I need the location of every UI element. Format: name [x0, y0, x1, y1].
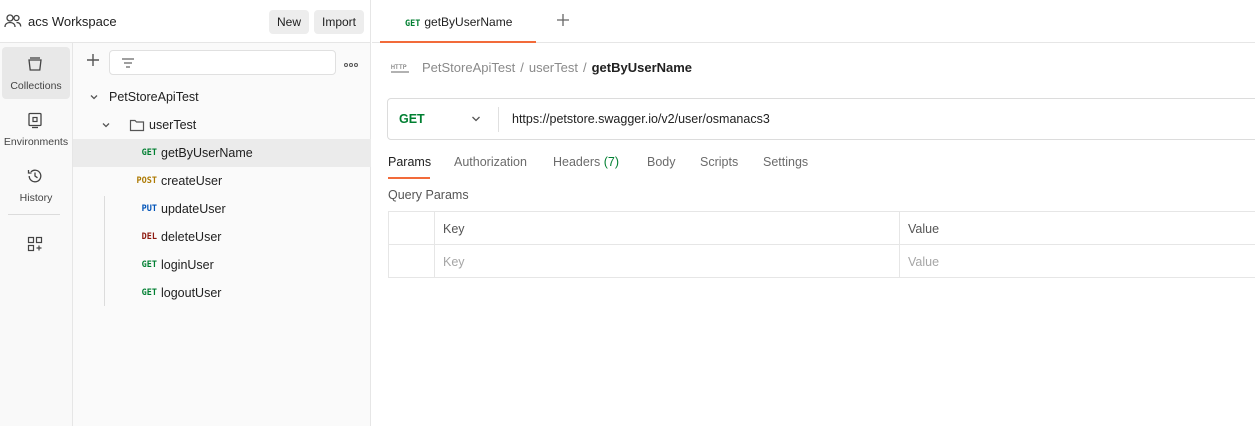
active-tab-indicator: [388, 177, 430, 179]
import-button[interactable]: Import: [314, 10, 364, 34]
tree-collection[interactable]: PetStoreApiTest: [73, 83, 371, 111]
chevron-down-icon[interactable]: [89, 92, 99, 102]
url-divider: [498, 107, 499, 132]
tree-request-row[interactable]: POST createUser: [73, 167, 371, 195]
rail-item-apps[interactable]: [2, 227, 70, 279]
request-name: deleteUser: [161, 230, 222, 244]
tree-request-row[interactable]: DEL deleteUser: [73, 223, 371, 251]
tree-request-row[interactable]: PUT updateUser: [73, 195, 371, 223]
tab-getbyusername[interactable]: GET getByUserName: [380, 0, 536, 43]
http-icon: HTTP: [391, 63, 409, 73]
filter-icon: [122, 58, 134, 68]
tree-request-row[interactable]: GET getByUserName: [73, 139, 371, 167]
param-value-input[interactable]: Value: [908, 255, 939, 269]
url-input[interactable]: https://petstore.swagger.io/v2/user/osma…: [512, 112, 770, 126]
rail-divider: [8, 214, 60, 215]
tab-settings[interactable]: Settings: [763, 155, 808, 169]
method-badge: GET: [141, 260, 157, 270]
left-rail: Collections Environments History: [0, 43, 73, 426]
table-header-row: Key Value: [389, 212, 1255, 245]
rail-label-history: History: [19, 192, 53, 204]
rail-item-collections[interactable]: Collections: [2, 47, 70, 99]
breadcrumb-folder[interactable]: userTest: [529, 60, 578, 75]
request-name: updateUser: [161, 202, 226, 216]
rail-item-environments[interactable]: Environments: [2, 103, 70, 155]
method-badge: PUT: [141, 204, 157, 214]
workspace-title[interactable]: acs Workspace: [28, 14, 117, 29]
tab-label: getByUserName: [424, 15, 513, 29]
team-icon: [4, 14, 22, 28]
column-header-value: Value: [908, 222, 940, 236]
more-options-icon[interactable]: [344, 56, 358, 70]
request-name: logoutUser: [161, 286, 222, 300]
query-params-table: Key Value Key Value: [388, 211, 1255, 278]
method-badge: POST: [136, 176, 157, 186]
breadcrumb-separator: /: [582, 60, 587, 75]
plus-icon: [557, 14, 569, 26]
new-button[interactable]: New: [269, 10, 309, 34]
rail-label-environments: Environments: [3, 136, 69, 148]
plus-icon: [87, 54, 99, 66]
filter-input[interactable]: [109, 50, 336, 75]
param-key-input[interactable]: Key: [443, 255, 465, 269]
method-select[interactable]: GET: [399, 112, 425, 126]
collection-name: PetStoreApiTest: [109, 90, 199, 104]
tree-request-row[interactable]: GET logoutUser: [73, 279, 371, 307]
method-badge: GET: [141, 148, 157, 158]
folder-name: userTest: [149, 118, 197, 132]
tree-folder[interactable]: userTest: [73, 111, 371, 139]
rail-label-collections: Collections: [10, 80, 62, 92]
query-params-title: Query Params: [388, 188, 469, 202]
new-tab-button[interactable]: [556, 11, 570, 31]
tab-authorization[interactable]: Authorization: [454, 155, 527, 169]
breadcrumb-current[interactable]: getByUserName: [592, 60, 692, 75]
tab-body[interactable]: Body: [647, 155, 676, 169]
tree-request-row[interactable]: GET loginUser: [73, 251, 371, 279]
breadcrumb-collection[interactable]: PetStoreApiTest: [422, 60, 515, 75]
breadcrumb-separator: /: [520, 60, 524, 75]
tab-scripts[interactable]: Scripts: [700, 155, 738, 169]
headers-count: (7): [603, 155, 620, 169]
tab-bar: GET getByUserName: [372, 0, 1255, 43]
column-divider: [434, 212, 435, 277]
rail-item-history[interactable]: History: [2, 159, 70, 211]
headers-label: Headers: [553, 155, 601, 169]
chevron-down-icon[interactable]: [471, 115, 481, 123]
svg-text:HTTP: HTTP: [391, 63, 407, 71]
history-icon: [27, 169, 42, 183]
request-name: getByUserName: [161, 146, 253, 160]
request-name: createUser: [161, 174, 223, 188]
add-collection-button[interactable]: [85, 53, 101, 69]
chevron-down-icon[interactable]: [101, 120, 111, 130]
environments-icon: [28, 112, 42, 129]
workspace-header: acs Workspace New Import: [0, 0, 371, 43]
column-divider: [899, 212, 900, 277]
tab-headers[interactable]: Headers (7): [553, 155, 619, 169]
folder-icon: [129, 119, 145, 132]
method-badge: GET: [405, 19, 421, 29]
method-badge: GET: [141, 288, 157, 298]
collections-icon: [28, 57, 42, 71]
request-url-bar: GET https://petstore.swagger.io/v2/user/…: [387, 98, 1255, 140]
method-badge: DEL: [141, 232, 157, 242]
request-name: loginUser: [161, 258, 214, 272]
apps-icon: [27, 236, 43, 252]
column-header-key: Key: [443, 222, 465, 236]
tab-params[interactable]: Params: [388, 155, 431, 169]
table-row: Key Value: [389, 245, 1255, 278]
collections-sidebar: PetStoreApiTest userTest GET getByUserNa…: [73, 43, 371, 426]
